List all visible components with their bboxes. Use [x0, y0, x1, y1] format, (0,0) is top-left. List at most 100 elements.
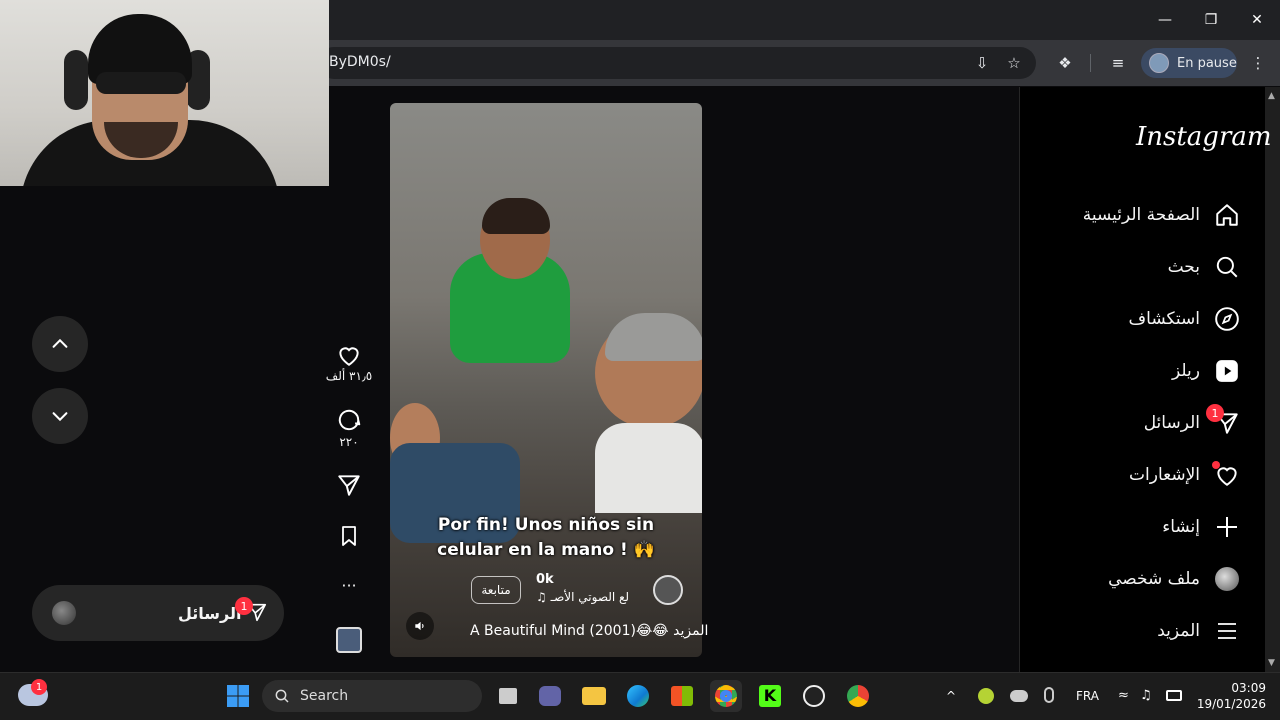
- video-kid-hair: [482, 198, 550, 234]
- share-action[interactable]: [324, 472, 374, 498]
- task-view-icon[interactable]: [492, 680, 524, 712]
- reel-audio-label[interactable]: ♫ لع الصوتي الأصـ: [536, 590, 629, 604]
- scroll-up-icon[interactable]: ▲: [1268, 91, 1275, 101]
- notification-dot: [1212, 461, 1220, 469]
- clock-time: 03:09: [1231, 681, 1266, 695]
- store-icon[interactable]: [666, 680, 698, 712]
- windows-logo-icon: [227, 685, 249, 707]
- scroll-down-icon[interactable]: ▼: [1268, 658, 1275, 668]
- webcam-overlay: [0, 0, 329, 186]
- reel-author-name[interactable]: 0k: [536, 572, 554, 587]
- browser-menu-icon[interactable]: ⋮: [1244, 49, 1272, 77]
- comment-count: ٢٢٠: [339, 435, 359, 449]
- minimize-button[interactable]: —: [1150, 6, 1180, 34]
- instagram-logo[interactable]: Instagram: [1136, 122, 1272, 152]
- sidebar-item-label: المزيد: [1157, 621, 1200, 641]
- comment-action[interactable]: ٢٢٠: [324, 407, 374, 449]
- sidebar-item-label: الرسائل: [1143, 413, 1200, 433]
- video-kid-white-shirt: [595, 423, 702, 513]
- language-indicator[interactable]: FRA: [1076, 689, 1099, 703]
- reel-description[interactable]: A Beautiful Mind (2001)😂😂 المزيد: [470, 623, 708, 639]
- profile-button[interactable]: En pause: [1141, 48, 1237, 78]
- extensions-icon[interactable]: ❖: [1051, 49, 1079, 77]
- comment-icon: [338, 409, 361, 431]
- volume-icon[interactable]: ♫: [1140, 688, 1152, 703]
- sidebar-item-explore[interactable]: استكشاف: [1129, 299, 1240, 339]
- media-control-icon[interactable]: ≡: [1104, 49, 1132, 77]
- sidebar-item-search[interactable]: بحث: [1168, 247, 1240, 287]
- video-kid-hair-grey: [605, 313, 702, 361]
- bookmark-icon: [342, 526, 356, 546]
- volume-icon: [415, 621, 424, 631]
- save-action[interactable]: [324, 523, 374, 549]
- bookmark-star-icon[interactable]: ☆: [1000, 49, 1028, 77]
- reel-author-avatar[interactable]: [653, 575, 683, 605]
- sidebar-item-create[interactable]: إنشاء: [1162, 507, 1240, 547]
- sidebar-item-profile[interactable]: ملف شخصي: [1108, 559, 1240, 599]
- sidebar-item-label: الصفحة الرئيسية: [1082, 205, 1200, 225]
- follow-button[interactable]: متابعة: [471, 576, 521, 604]
- profile-avatar: [1149, 53, 1169, 73]
- kick-icon[interactable]: K: [754, 680, 786, 712]
- headset-left: [64, 50, 88, 110]
- chrome-profile-icon[interactable]: [842, 680, 874, 712]
- like-action[interactable]: ٣١٫٥ ألف: [324, 343, 374, 383]
- profile-label: En pause: [1177, 55, 1237, 71]
- close-window-button[interactable]: ✕: [1242, 6, 1272, 34]
- messages-avatar: [52, 601, 76, 625]
- sidebar-item-label: استكشاف: [1128, 309, 1200, 329]
- sidebar-item-reels[interactable]: ريلز: [1172, 351, 1240, 391]
- reels-icon: [1214, 358, 1240, 384]
- show-hidden-icons-icon[interactable]: ^: [946, 689, 956, 703]
- battery-icon[interactable]: [1166, 690, 1182, 701]
- sidebar-item-home[interactable]: الصفحة الرئيسية: [1083, 195, 1240, 235]
- taskbar-search[interactable]: Search: [262, 680, 482, 712]
- home-icon: [1214, 202, 1240, 228]
- next-reel-button[interactable]: [32, 388, 88, 444]
- address-bar[interactable]: [318, 47, 1036, 79]
- sidebar-item-messages[interactable]: الرسائل 1: [1144, 403, 1240, 443]
- toolbar-divider: [1090, 54, 1091, 72]
- weather-badge: 1: [31, 679, 47, 695]
- messages-floating-badge: 1: [235, 597, 253, 615]
- restore-button[interactable]: ❐: [1196, 6, 1226, 34]
- search-icon: [1214, 254, 1240, 280]
- onedrive-icon[interactable]: [1010, 690, 1028, 702]
- compass-icon: [1214, 306, 1240, 332]
- start-button[interactable]: [222, 680, 254, 712]
- more-options-button[interactable]: ···: [324, 576, 374, 595]
- heart-icon: [339, 347, 359, 366]
- page-scrollbar[interactable]: ▲ ▼: [1265, 87, 1280, 672]
- microphone-icon[interactable]: [1044, 687, 1054, 703]
- chevron-down-icon: [52, 412, 68, 422]
- profile-avatar-icon: [1214, 566, 1240, 592]
- tray-app-icon[interactable]: [978, 688, 994, 704]
- sidebar-item-label: ملف شخصي: [1108, 569, 1200, 589]
- webcam-person-mask: [96, 72, 186, 94]
- plus-icon: [1214, 514, 1240, 540]
- messages-icon: 1: [1206, 404, 1240, 436]
- sidebar-item-notifications[interactable]: الإشعارات: [1129, 455, 1240, 495]
- messages-badge: 1: [1206, 404, 1224, 422]
- chrome-icon[interactable]: [710, 680, 742, 712]
- mute-button[interactable]: [406, 612, 434, 640]
- previous-reel-button[interactable]: [32, 316, 88, 372]
- taskbar-search-label: Search: [300, 688, 349, 704]
- audio-thumbnail[interactable]: [336, 627, 362, 653]
- send-icon: [338, 475, 360, 496]
- chevron-up-icon: [52, 338, 68, 348]
- menu-icon: [1214, 618, 1240, 644]
- clock-date: 19/01/2026: [1196, 697, 1266, 711]
- teams-icon[interactable]: [534, 680, 566, 712]
- file-explorer-icon[interactable]: [578, 680, 610, 712]
- reel-caption: Por fin! Unos niños sin celular en la ma…: [437, 515, 655, 560]
- messages-floating-label: الرسائل: [178, 604, 242, 623]
- like-count: ٣١٫٥ ألف: [325, 369, 373, 383]
- sidebar-item-more[interactable]: المزيد: [1157, 611, 1240, 651]
- edge-icon[interactable]: [622, 680, 654, 712]
- taskbar-clock[interactable]: 03:09 19/01/2026: [1196, 680, 1266, 712]
- obs-icon[interactable]: [798, 680, 830, 712]
- address-bar-url[interactable]: ByDM0s/: [329, 54, 391, 70]
- wifi-icon[interactable]: ≈: [1118, 688, 1129, 703]
- install-app-icon[interactable]: ⇩: [968, 49, 996, 77]
